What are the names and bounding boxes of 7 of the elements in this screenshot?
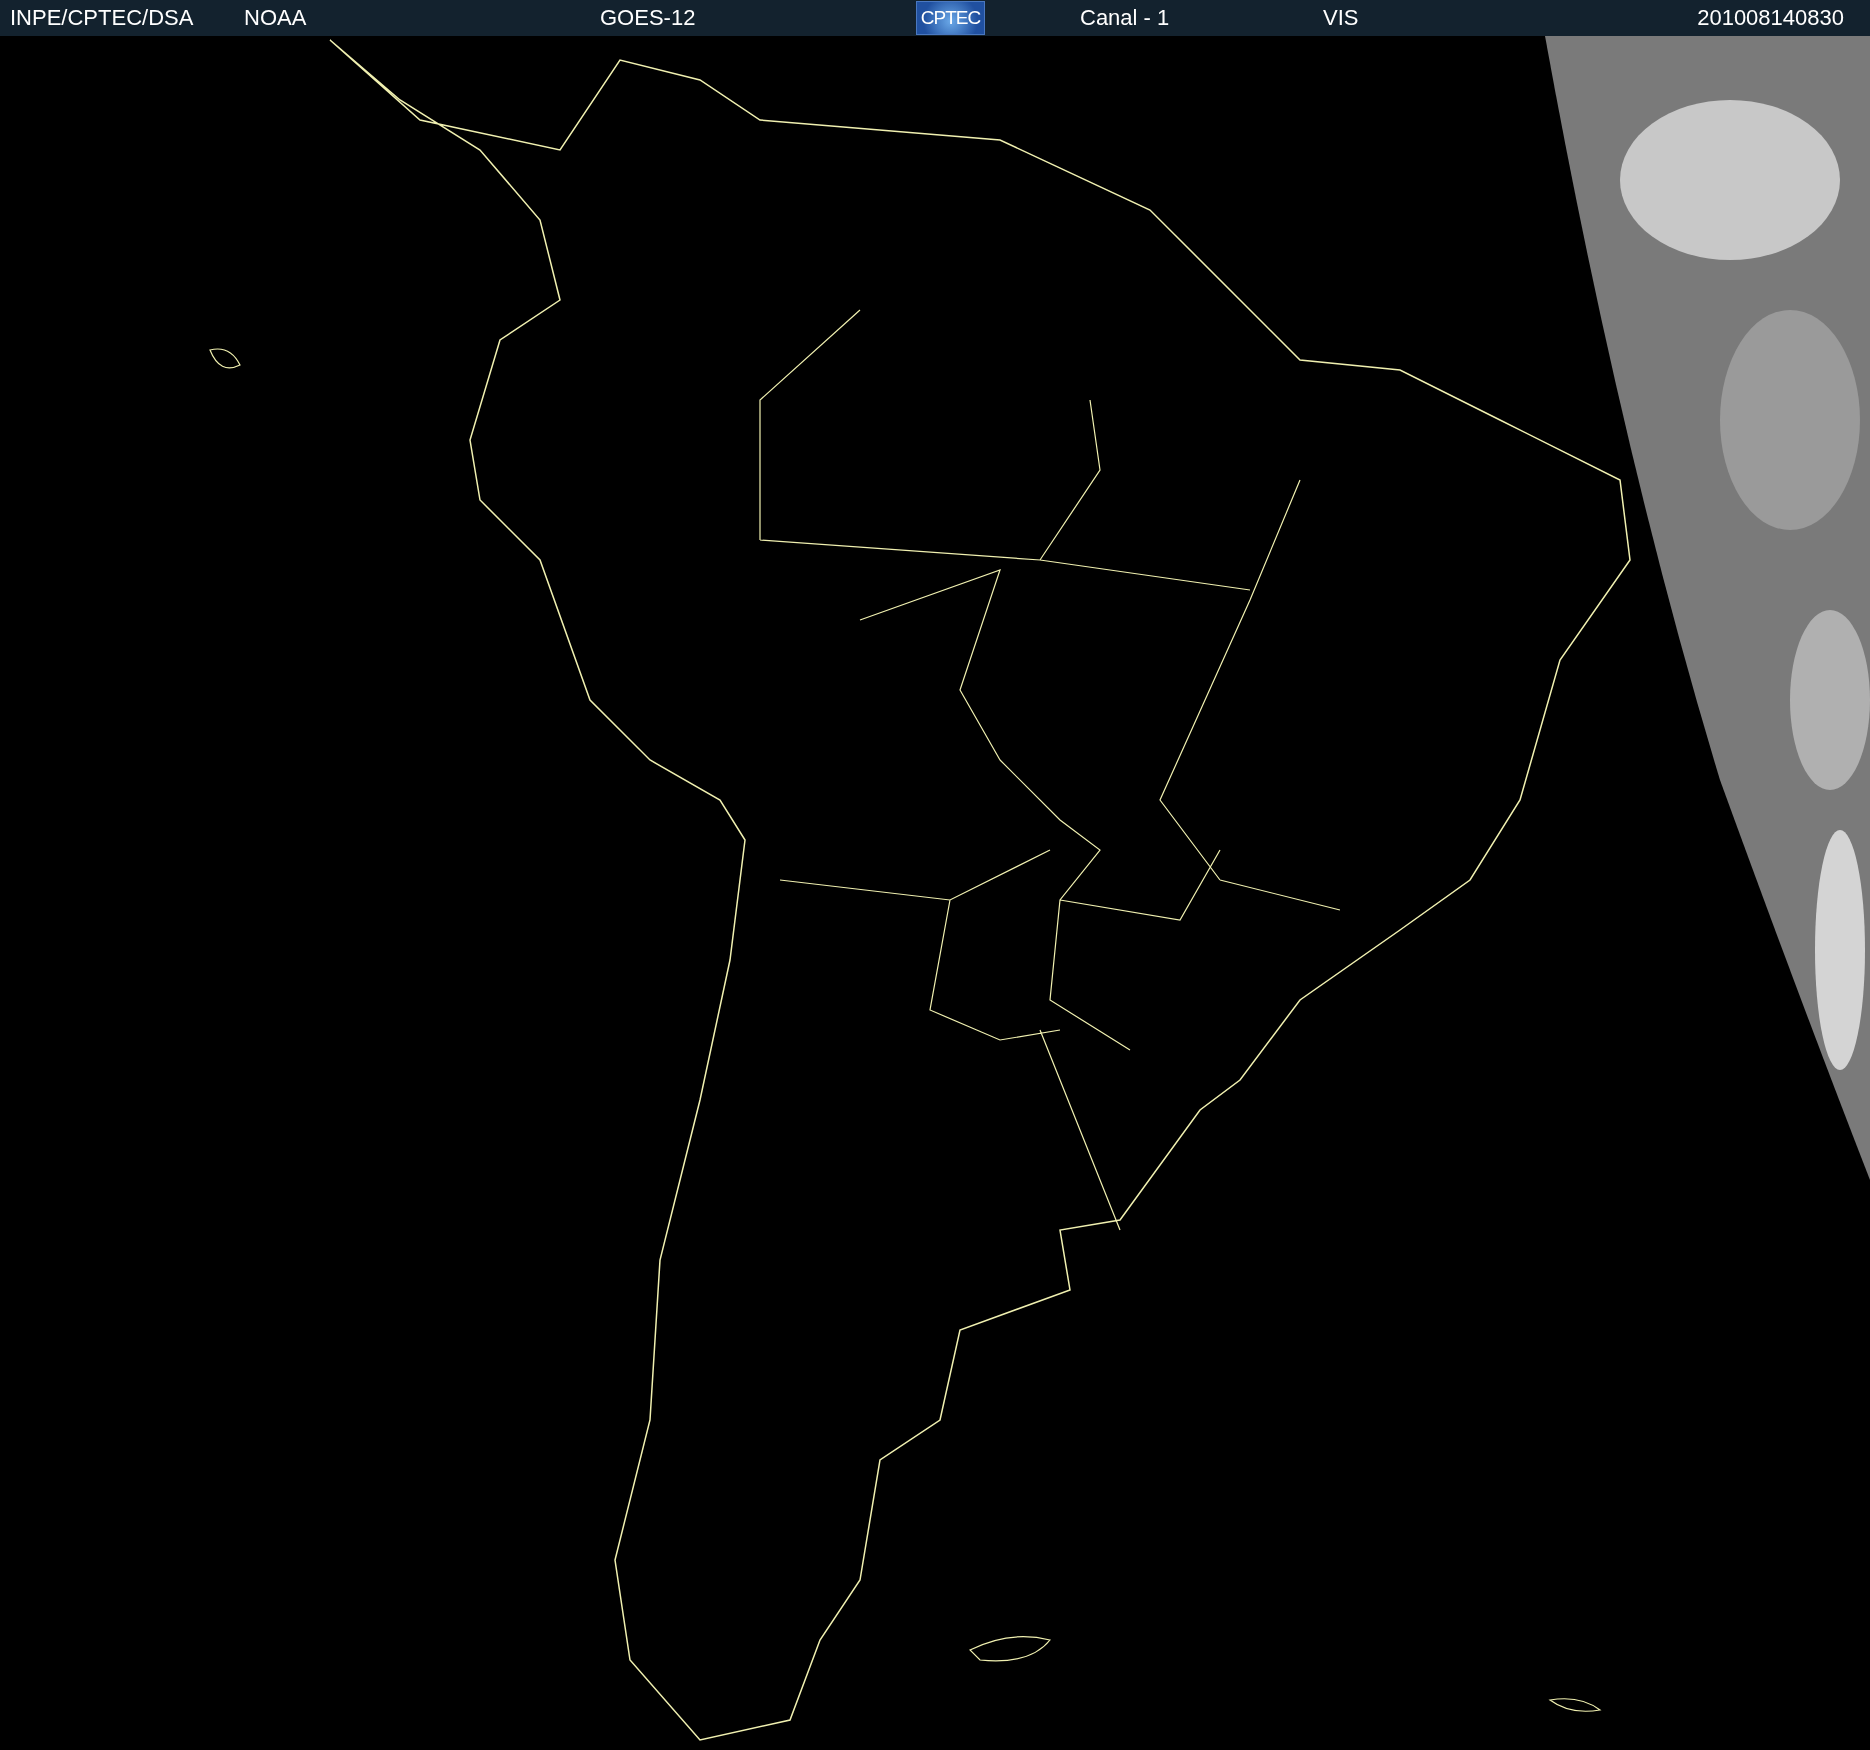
band-label: VIS: [1323, 5, 1359, 31]
source-label: INPE/CPTEC/DSA: [10, 5, 195, 31]
satellite-label: GOES-12: [600, 5, 697, 31]
channel-label: Canal - 1: [1080, 5, 1171, 31]
agency-label: NOAA: [244, 5, 308, 31]
timestamp-label: 201008140830: [1697, 5, 1844, 31]
logo: CPTEC: [916, 1, 985, 35]
